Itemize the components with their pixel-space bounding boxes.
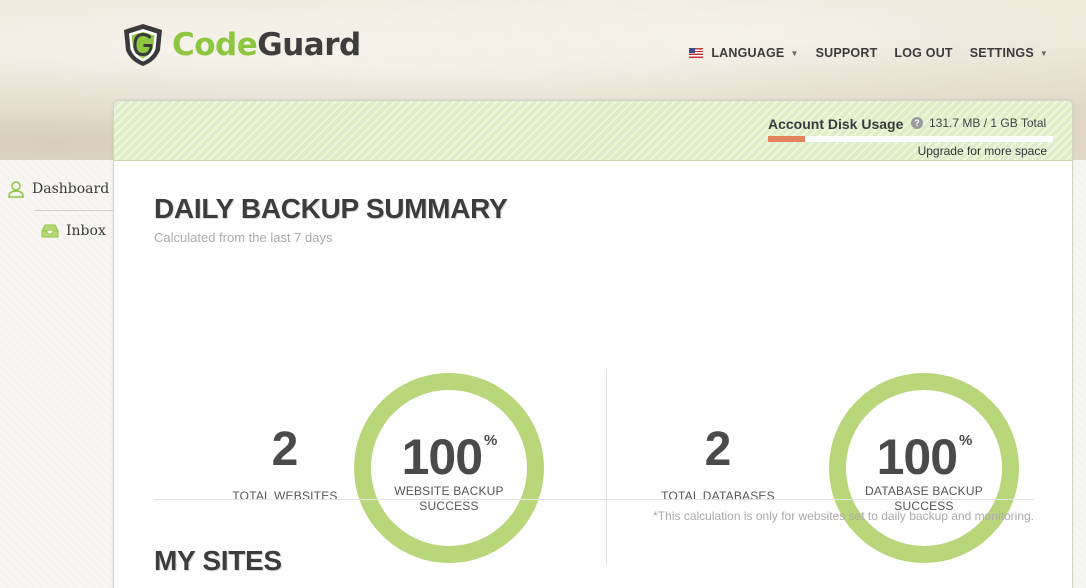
user-icon: [8, 181, 24, 198]
support-link[interactable]: SUPPORT: [816, 46, 878, 60]
total-websites-label: TOTAL WEBSITES: [232, 489, 338, 503]
database-percent-value: 100: [876, 429, 958, 485]
disk-usage-meter-fill: [768, 136, 805, 142]
disk-usage-value: 131.7 MB / 1 GB Total: [929, 116, 1047, 130]
codeguard-logo[interactable]: CodeGuard: [120, 22, 361, 68]
percent-sign: %: [484, 432, 497, 449]
stats-divider: [606, 369, 607, 565]
language-label: LANGUAGE: [711, 46, 785, 60]
logout-link[interactable]: LOG OUT: [894, 46, 952, 60]
website-percent-value: 100: [401, 429, 483, 485]
sidebar-divider: [34, 210, 113, 211]
disk-usage-label: Account Disk Usage: [768, 116, 904, 132]
total-databases-count: 2: [704, 423, 732, 476]
upgrade-link[interactable]: Upgrade for more space: [918, 144, 1047, 158]
database-success-percent: 100%: [846, 428, 1002, 486]
us-flag-icon: [689, 48, 704, 58]
summary-divider: [154, 499, 1034, 500]
logo-wordmark: CodeGuard: [172, 27, 361, 63]
calculation-footnote: *This calculation is only for websites s…: [653, 509, 1034, 523]
sidebar-item-label: Dashboard: [32, 181, 110, 197]
sidebar-item-dashboard[interactable]: Dashboard: [7, 180, 109, 198]
logo-text-guard: Guard: [257, 27, 361, 63]
top-navigation: LANGUAGE ▼ SUPPORT LOG OUT SETTINGS ▼: [689, 46, 1048, 60]
main-content: DAILY BACKUP SUMMARY Calculated from the…: [154, 193, 1034, 245]
ring-label-line1: DATABASE BACKUP: [865, 484, 983, 498]
disk-usage-bar: Account Disk Usage ? 131.7 MB / 1 GB Tot…: [114, 101, 1072, 161]
backup-stats: 2 TOTAL WEBSITES 100% WEBSITE BACKUP SUCC…: [154, 369, 1034, 565]
disk-usage-meter: [768, 136, 1053, 142]
help-icon[interactable]: ?: [911, 117, 923, 129]
caret-down-icon: ▼: [790, 48, 799, 58]
website-success-percent: 100%: [371, 428, 527, 486]
total-databases-label: TOTAL DATABASES: [661, 489, 775, 503]
inbox-tray-icon: [41, 224, 59, 238]
database-success-ring: 100% DATABASE BACKUP SUCCESS: [829, 373, 1019, 563]
website-success-ring: 100% WEBSITE BACKUP SUCCESS: [354, 373, 544, 563]
ring-label-line1: WEBSITE BACKUP: [394, 484, 504, 498]
settings-label: SETTINGS: [969, 46, 1034, 60]
percent-sign: %: [959, 432, 972, 449]
settings-menu[interactable]: SETTINGS ▼: [970, 46, 1048, 60]
language-menu[interactable]: LANGUAGE ▼: [689, 46, 798, 60]
my-sites-title: MY SITES: [154, 545, 282, 576]
caret-down-icon: ▼: [1039, 48, 1048, 58]
ring-label-line2: SUCCESS: [419, 499, 479, 513]
daily-backup-summary-title: DAILY BACKUP SUMMARY: [154, 193, 508, 224]
summary-subtitle: Calculated from the last 7 days: [154, 230, 333, 245]
shield-g-icon: [124, 24, 162, 66]
total-websites-count: 2: [271, 423, 299, 476]
dashboard-card: Account Disk Usage ? 131.7 MB / 1 GB Tot…: [113, 100, 1073, 588]
sidebar-item-inbox[interactable]: Inbox: [41, 222, 106, 240]
logo-text-code: Code: [172, 27, 258, 63]
sidebar-item-label: Inbox: [66, 223, 106, 239]
